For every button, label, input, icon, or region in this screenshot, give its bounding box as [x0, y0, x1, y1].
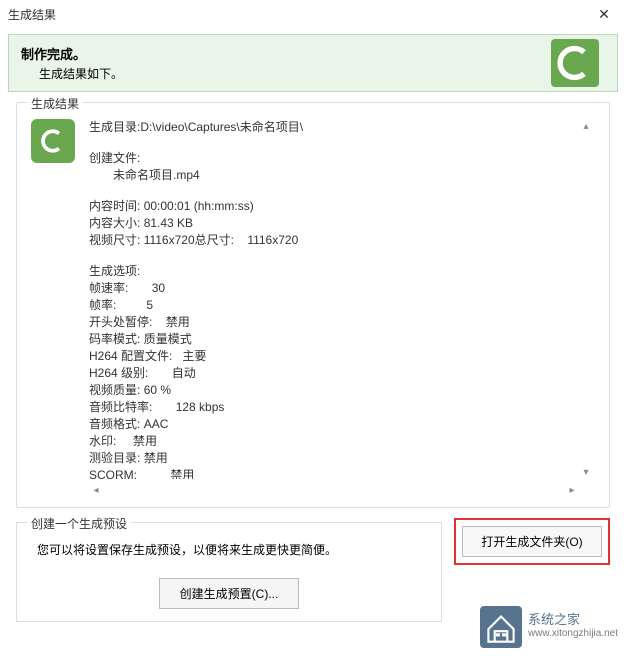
- preset-group: 创建一个生成预设 您可以将设置保存生成预设，以便将来生成更快更简便。 创建生成预…: [16, 522, 442, 622]
- camtasia-icon: [557, 45, 593, 81]
- window-title: 生成结果: [8, 6, 590, 23]
- video-dim-label: 视频尺寸:: [89, 233, 140, 247]
- scroll-up-icon[interactable]: ▴: [579, 119, 593, 133]
- audio-bitrate-label: 音频比特率:: [89, 400, 152, 414]
- video-quality-value: 60 %: [144, 383, 171, 397]
- app-logo: [551, 39, 599, 87]
- toc-label: 测验目录:: [89, 451, 140, 465]
- create-preset-button[interactable]: 创建生成预置(C)...: [159, 578, 300, 609]
- scorm-label: SCORM:: [89, 468, 137, 479]
- titlebar: 生成结果 ✕: [0, 0, 626, 28]
- watermark-line2: www.xitongzhijia.net: [528, 627, 618, 641]
- options-header: 生成选项:: [89, 263, 594, 280]
- watermark-opt-value: 禁用: [133, 434, 157, 448]
- video-quality-label: 视频质量:: [89, 383, 140, 397]
- content-time-label: 内容时间:: [89, 199, 140, 213]
- h264-profile-value: 主要: [182, 349, 206, 363]
- banner-text: 制作完成。 生成结果如下。: [21, 44, 551, 82]
- created-files-label: 创建文件:: [89, 150, 594, 167]
- banner-subtitle: 生成结果如下。: [21, 65, 551, 82]
- audio-format-label: 音频格式:: [89, 417, 140, 431]
- bitrate-value: 5: [146, 298, 153, 312]
- h264-level-value: 自动: [172, 366, 196, 380]
- watermark-line1: 系统之家: [528, 613, 618, 627]
- h264-profile-label: H264 配置文件:: [89, 349, 172, 363]
- video-total-dim: 1116x720: [247, 233, 298, 247]
- h264-level-label: H264 级别:: [89, 366, 148, 380]
- close-icon: ✕: [598, 6, 610, 23]
- camtasia-icon: [38, 126, 68, 156]
- horizontal-scrollbar[interactable]: ◂ ▸: [31, 483, 595, 497]
- scroll-down-icon[interactable]: ▾: [579, 465, 593, 479]
- video-dim-value: 1116x720总尺寸:: [144, 233, 234, 247]
- pause-start-value: 禁用: [166, 315, 190, 329]
- preset-group-label: 创建一个生成预设: [27, 515, 131, 532]
- vertical-scrollbar[interactable]: ▴ ▾: [578, 119, 594, 479]
- toc-value: 禁用: [144, 451, 168, 465]
- results-group: 生成结果 生成目录:D:\video\Captures\未命名项目\ 创建文件:…: [16, 102, 610, 508]
- scorm-value: 禁用: [170, 468, 194, 479]
- result-textarea[interactable]: 生成目录:D:\video\Captures\未命名项目\ 创建文件: 未命名项…: [89, 119, 595, 479]
- footer-watermark: 系统之家 www.xitongzhijia.net: [480, 606, 618, 648]
- results-group-label: 生成结果: [27, 95, 83, 112]
- banner-title: 制作完成。: [21, 44, 551, 63]
- house-icon: [480, 606, 522, 648]
- output-dir-value: D:\video\Captures\未命名项目\: [140, 120, 303, 134]
- output-dir-label: 生成目录:: [89, 120, 140, 134]
- watermark-opt-label: 水印:: [89, 434, 116, 448]
- frame-rate-value: 30: [152, 281, 165, 295]
- scroll-left-icon[interactable]: ◂: [89, 483, 103, 497]
- audio-format-value: AAC: [144, 417, 169, 431]
- open-folder-button[interactable]: 打开生成文件夹(O): [462, 526, 602, 557]
- pause-start-label: 开头处暂停:: [89, 315, 152, 329]
- close-button[interactable]: ✕: [590, 4, 618, 24]
- status-banner: 制作完成。 生成结果如下。: [8, 34, 618, 92]
- frame-rate-label: 帧速率:: [89, 281, 128, 295]
- bitrate-label: 帧率:: [89, 298, 116, 312]
- created-file-1: 未命名项目.mp4: [89, 167, 594, 184]
- open-folder-highlight: 打开生成文件夹(O): [454, 518, 610, 565]
- bitrate-mode-label: 码率模式:: [89, 332, 140, 346]
- content-time-value: 00:00:01 (hh:mm:ss): [144, 199, 254, 213]
- scroll-right-icon[interactable]: ▸: [565, 483, 579, 497]
- content-size-label: 内容大小:: [89, 216, 140, 230]
- result-file-icon: [31, 119, 75, 163]
- audio-bitrate-value: 128 kbps: [176, 400, 225, 414]
- bitrate-mode-value: 质量模式: [144, 332, 192, 346]
- preset-description: 您可以将设置保存生成预设，以便将来生成更快更简便。: [31, 541, 427, 558]
- content-size-value: 81.43 KB: [144, 216, 193, 230]
